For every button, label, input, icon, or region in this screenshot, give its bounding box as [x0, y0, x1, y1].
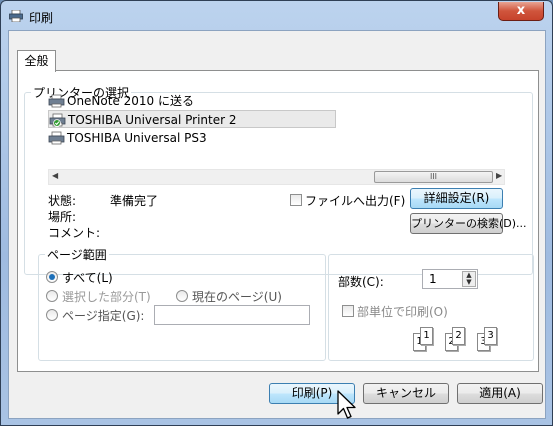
- printer-list[interactable]: OneNote 2010 に送る TOSHIBA Universal Print…: [48, 92, 336, 168]
- print-to-file-checkbox[interactable]: [290, 194, 302, 206]
- title-bar[interactable]: 印刷 x: [1, 1, 552, 31]
- collate-page-icon: 1: [420, 327, 433, 345]
- printer-name: TOSHIBA Universal PS3: [67, 131, 207, 145]
- printer-item-toshiba-universal-ps3[interactable]: TOSHIBA Universal PS3: [48, 129, 207, 147]
- comment-label: コメント:: [48, 226, 101, 240]
- page-range-current-label: 現在のページ(U): [192, 290, 282, 304]
- print-to-file-label: ファイルへ出力(F): [305, 194, 406, 208]
- close-button[interactable]: x: [498, 2, 544, 21]
- page-range-selection-label: 選択した部分(T): [62, 290, 151, 304]
- print-dialog-window: 印刷 x 全般 プリンターの選択 OneNote 2010 に送る TOSHIB…: [0, 0, 553, 426]
- printer-item-toshiba-universal-printer-2[interactable]: TOSHIBA Universal Printer 2: [48, 110, 336, 128]
- find-printer-button[interactable]: プリンターの検索(D)...: [410, 213, 527, 234]
- location-label: 場所:: [48, 210, 77, 224]
- page-range-current-radio[interactable]: [176, 290, 188, 302]
- page-range-pages-radio[interactable]: [46, 309, 58, 321]
- scrollbar-thumb[interactable]: III: [374, 171, 493, 183]
- spinner-arrows-icon[interactable]: ▲ ▼: [462, 271, 476, 287]
- copies-label: 部数(C):: [338, 275, 384, 289]
- copies-value: 1: [429, 272, 437, 286]
- status-label: 状態:: [48, 194, 77, 208]
- status-value: 準備完了: [110, 194, 159, 208]
- collate-label: 部単位で印刷(O): [357, 305, 448, 319]
- copies-spinner[interactable]: 1 ▲ ▼: [422, 269, 478, 289]
- page-range-pages-label: ページ指定(G):: [62, 309, 145, 323]
- printer-list-scrollbar[interactable]: ◀ III ▶: [48, 169, 505, 185]
- window-title: 印刷: [29, 11, 54, 25]
- printer-icon: [48, 131, 65, 145]
- details-button[interactable]: 詳細設定(R): [410, 188, 503, 209]
- mouse-cursor-icon: [337, 390, 356, 419]
- page-range-all-label: すべて(L): [62, 271, 113, 285]
- collate-page-icon: 2: [452, 327, 465, 345]
- page-range-label: ページ範囲: [45, 246, 109, 263]
- dialog-client-area: 全般 プリンターの選択 OneNote 2010 に送る TOSHIBA Uni…: [8, 30, 546, 419]
- cancel-button[interactable]: キャンセル: [363, 383, 449, 404]
- page-range-selection-radio[interactable]: [46, 290, 58, 302]
- printer-icon: [9, 10, 23, 22]
- printer-icon: [48, 94, 65, 108]
- scroll-left-icon[interactable]: ◀: [52, 171, 58, 180]
- printer-item-onenote[interactable]: OneNote 2010 に送る: [48, 92, 194, 110]
- page-range-input[interactable]: [154, 305, 310, 325]
- tab-panel-general: プリンターの選択 OneNote 2010 に送る TOSHIBA Univer…: [17, 70, 539, 372]
- collate-page-icon: 3: [484, 327, 497, 345]
- page-range-all-radio[interactable]: [46, 271, 58, 283]
- printer-name: OneNote 2010 に送る: [67, 94, 195, 108]
- printer-name: TOSHIBA Universal Printer 2: [68, 113, 237, 127]
- collate-checkbox[interactable]: [342, 305, 354, 317]
- default-printer-icon: [49, 113, 66, 127]
- apply-button[interactable]: 適用(A): [457, 383, 543, 404]
- scroll-right-icon[interactable]: ▶: [496, 171, 502, 180]
- tab-general[interactable]: 全般: [17, 50, 56, 72]
